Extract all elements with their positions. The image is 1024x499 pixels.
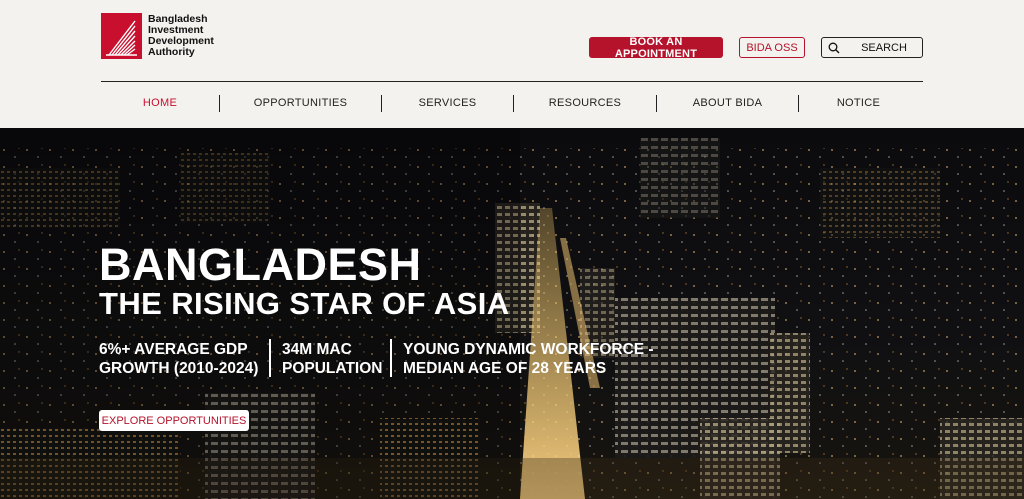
hero-subtitle: THE RISING STAR OF ASIA (99, 286, 510, 321)
nav-divider (101, 81, 923, 82)
bida-oss-button[interactable]: BIDA OSS (739, 37, 805, 58)
logo-line-4: Authority (148, 46, 195, 58)
stat-workforce: YOUNG DYNAMIC WORKFORCE - MEDIAN AGE OF … (403, 340, 654, 378)
stat-population-line-1: 34M MAC (282, 341, 352, 358)
nav-item-opportunities[interactable]: OPPORTUNITIES (220, 97, 381, 109)
nav-item-services[interactable]: SERVICES (382, 97, 513, 109)
hero-title: BANGLADESH (99, 239, 422, 290)
stat-gdp-line-2: GROWTH (2010-2024) (99, 360, 259, 377)
stat-gdp: 6%+ AVERAGE GDP GROWTH (2010-2024) (99, 340, 258, 378)
nav-item-notice[interactable]: NOTICE (799, 97, 918, 109)
main-nav: HOME OPPORTUNITIES SERVICES RESOURCES AB… (101, 94, 923, 112)
nav-item-home[interactable]: HOME (101, 97, 219, 109)
search-icon (828, 42, 840, 53)
bida-logo[interactable]: Bangladesh Investment Development Author… (101, 13, 228, 59)
bida-logo-icon (101, 13, 142, 59)
stat-divider (390, 339, 392, 377)
stat-gdp-line-1: 6%+ AVERAGE GDP (99, 341, 248, 358)
book-appointment-button[interactable]: BOOK AN APPOINTMENT (589, 36, 723, 60)
search-button[interactable]: SEARCH (821, 37, 923, 58)
explore-opportunities-button[interactable]: EXPLORE OPPORTUNITIES (99, 410, 249, 431)
stat-population-line-2: POPULATION (282, 360, 383, 377)
nav-item-about-bida[interactable]: ABOUT BIDA (657, 97, 798, 109)
stat-population: 34M MAC POPULATION (282, 340, 382, 378)
stat-divider (269, 339, 271, 377)
search-label: SEARCH (861, 41, 907, 54)
nav-item-resources[interactable]: RESOURCES (514, 97, 656, 109)
stat-workforce-line-2: MEDIAN AGE OF 28 YEARS (403, 360, 607, 377)
site-header: Bangladesh Investment Development Author… (0, 0, 1024, 128)
stat-workforce-line-1: YOUNG DYNAMIC WORKFORCE - (403, 341, 654, 358)
logo-wordmark: Bangladesh Investment Development Author… (148, 14, 228, 58)
